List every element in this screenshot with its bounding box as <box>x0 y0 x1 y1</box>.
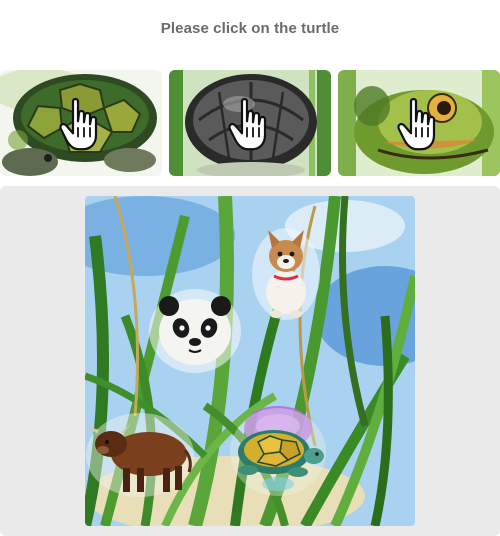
example-tile-1[interactable] <box>0 70 162 176</box>
challenge-panel <box>0 186 500 536</box>
turtle-icon[interactable] <box>228 402 328 498</box>
cow-icon[interactable] <box>85 410 195 500</box>
example-tile-2[interactable] <box>169 70 331 176</box>
challenge-image[interactable] <box>85 196 415 526</box>
example-tile-3[interactable] <box>338 70 500 176</box>
captcha-widget: Please click on the turtle <box>0 0 500 536</box>
turtle-shell-green-image <box>0 70 162 176</box>
dog-icon[interactable] <box>250 226 322 322</box>
turtle-head-image <box>338 70 500 176</box>
panda-icon[interactable] <box>147 288 243 374</box>
captcha-instruction: Please click on the turtle <box>160 20 340 37</box>
turtle-shell-grey-image <box>169 70 331 176</box>
